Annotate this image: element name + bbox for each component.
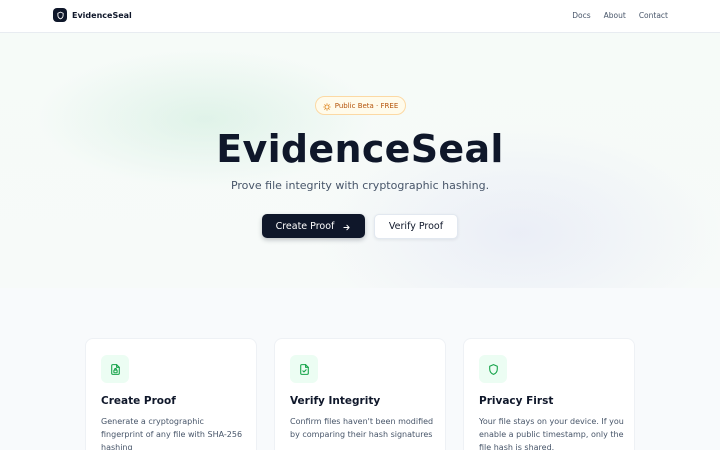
verify-proof-label: Verify Proof (388, 221, 444, 232)
beta-badge: Public Beta · FREE (315, 96, 406, 115)
feature-description: Generate a cryptographic fingerprint of … (101, 417, 243, 450)
nav-docs[interactable]: Docs (572, 11, 590, 20)
hero-subtitle: Prove file integrity with cryptographic … (230, 179, 490, 192)
feature-card-create-proof: Create Proof Generate a cryptographic fi… (85, 338, 257, 450)
brand-name: EvidenceSeal (72, 10, 132, 20)
file-lock-icon (101, 355, 129, 383)
shield-icon (479, 355, 507, 383)
nav-about[interactable]: About (604, 11, 626, 20)
feature-description: Your file stays on your device. If you e… (479, 417, 624, 450)
create-proof-label: Create Proof (275, 220, 335, 232)
brand[interactable]: EvidenceSeal (53, 8, 132, 22)
top-nav: Docs About Contact (572, 11, 668, 20)
feature-title: Verify Integrity (290, 395, 381, 407)
feature-title: Create Proof (101, 395, 176, 407)
badge-text: Public Beta · FREE (334, 101, 399, 110)
shield-icon (53, 8, 67, 22)
feature-card-verify-integrity: Verify Integrity Confirm files haven't b… (274, 338, 446, 450)
create-proof-button[interactable]: Create Proof (262, 214, 365, 238)
verify-proof-button[interactable]: Verify Proof (374, 214, 458, 239)
feature-card-privacy-first: Privacy First Your file stays on your de… (463, 338, 635, 450)
sparkle-icon (323, 96, 331, 115)
nav-contact[interactable]: Contact (639, 11, 668, 20)
hero-title: EvidenceSeal (216, 127, 504, 171)
feature-title: Privacy First (479, 395, 554, 407)
arrow-right-icon (342, 217, 351, 236)
file-check-icon (290, 355, 318, 383)
feature-description: Confirm files haven't been modified by c… (290, 417, 434, 439)
site-header: EvidenceSeal Docs About Contact (0, 0, 720, 33)
